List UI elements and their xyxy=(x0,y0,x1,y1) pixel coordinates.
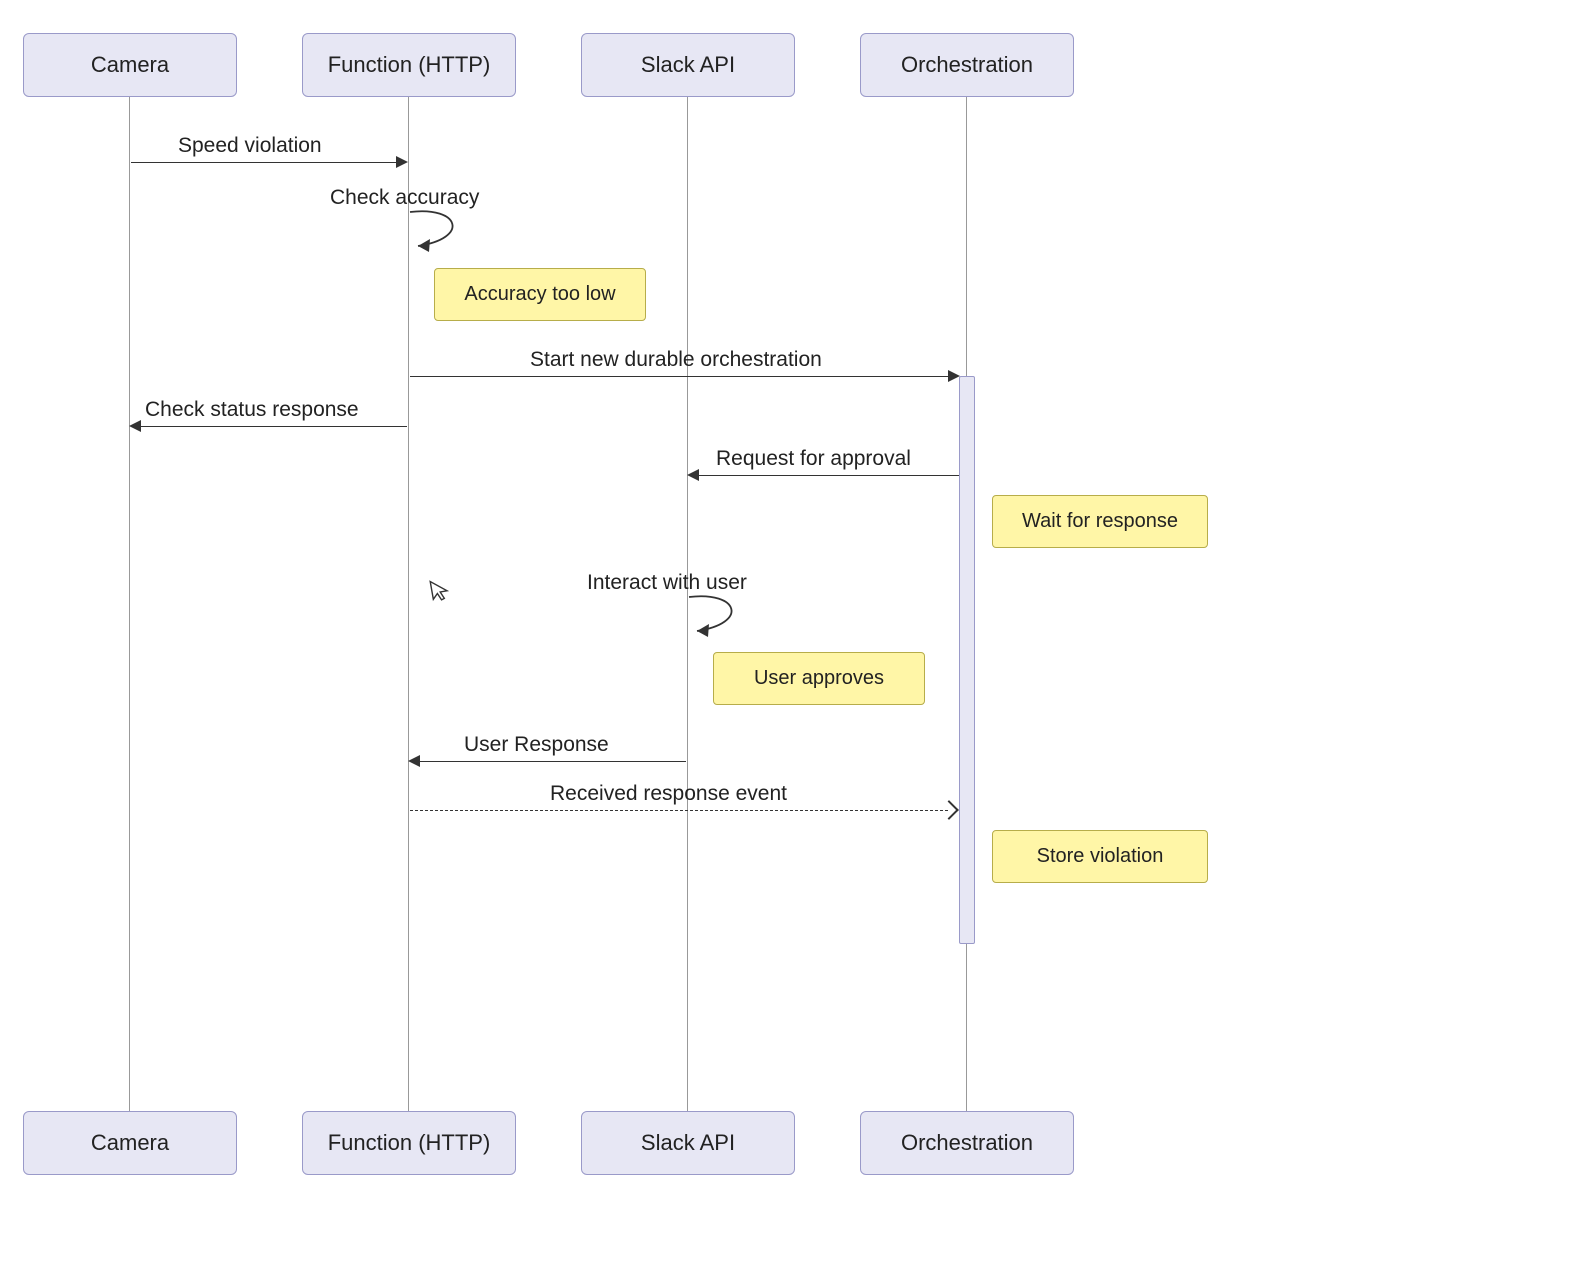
arrowhead-icon xyxy=(129,420,141,432)
participant-function-top: Function (HTTP) xyxy=(302,33,516,97)
participant-function-bottom: Function (HTTP) xyxy=(302,1111,516,1175)
msg-speed-violation-label: Speed violation xyxy=(178,134,322,158)
participant-orchestration-bottom: Orchestration xyxy=(860,1111,1074,1175)
arrowhead-icon xyxy=(408,755,420,767)
msg-received-event-label: Received response event xyxy=(550,782,787,806)
msg-req-approval-label: Request for approval xyxy=(716,447,911,471)
arrowhead-icon xyxy=(687,469,699,481)
participant-label: Orchestration xyxy=(901,52,1033,77)
msg-check-accuracy-label: Check accuracy xyxy=(330,186,479,210)
participant-label: Camera xyxy=(91,52,169,77)
participant-label: Slack API xyxy=(641,52,735,77)
participant-camera-bottom: Camera xyxy=(23,1111,237,1175)
msg-check-status-label: Check status response xyxy=(145,398,359,422)
msg-received-event-arrow xyxy=(410,810,948,811)
note-text: Store violation xyxy=(1037,845,1164,867)
arrowhead-icon xyxy=(396,156,408,168)
self-loop-icon xyxy=(687,593,757,643)
note-wait-response: Wait for response xyxy=(992,495,1208,548)
note-store-violation: Store violation xyxy=(992,830,1208,883)
participant-orchestration-top: Orchestration xyxy=(860,33,1074,97)
self-loop-icon xyxy=(408,208,478,258)
sequence-diagram: Camera Function (HTTP) Slack API Orchest… xyxy=(0,0,1572,1265)
participant-label: Function (HTTP) xyxy=(328,52,491,77)
activation-orchestration xyxy=(959,376,975,944)
participant-slack-bottom: Slack API xyxy=(581,1111,795,1175)
cursor-icon xyxy=(428,576,452,605)
lifeline-camera xyxy=(129,96,130,1111)
arrowhead-open-icon xyxy=(939,800,959,820)
msg-speed-violation-arrow xyxy=(131,162,396,163)
participant-slack-top: Slack API xyxy=(581,33,795,97)
msg-check-status-arrow xyxy=(141,426,407,427)
note-text: Wait for response xyxy=(1022,510,1178,532)
participant-camera-top: Camera xyxy=(23,33,237,97)
msg-user-response-arrow xyxy=(420,761,686,762)
participant-label: Function (HTTP) xyxy=(328,1130,491,1155)
note-text: Accuracy too low xyxy=(464,283,615,305)
msg-interact-user-label: Interact with user xyxy=(587,571,747,595)
participant-label: Camera xyxy=(91,1130,169,1155)
participant-label: Orchestration xyxy=(901,1130,1033,1155)
msg-start-orch-arrow xyxy=(410,376,948,377)
msg-start-orch-label: Start new durable orchestration xyxy=(530,348,822,372)
note-text: User approves xyxy=(754,667,884,689)
msg-user-response-label: User Response xyxy=(464,733,609,757)
note-user-approves: User approves xyxy=(713,652,925,705)
arrowhead-icon xyxy=(948,370,960,382)
msg-req-approval-arrow xyxy=(699,475,959,476)
note-accuracy-low: Accuracy too low xyxy=(434,268,646,321)
participant-label: Slack API xyxy=(641,1130,735,1155)
